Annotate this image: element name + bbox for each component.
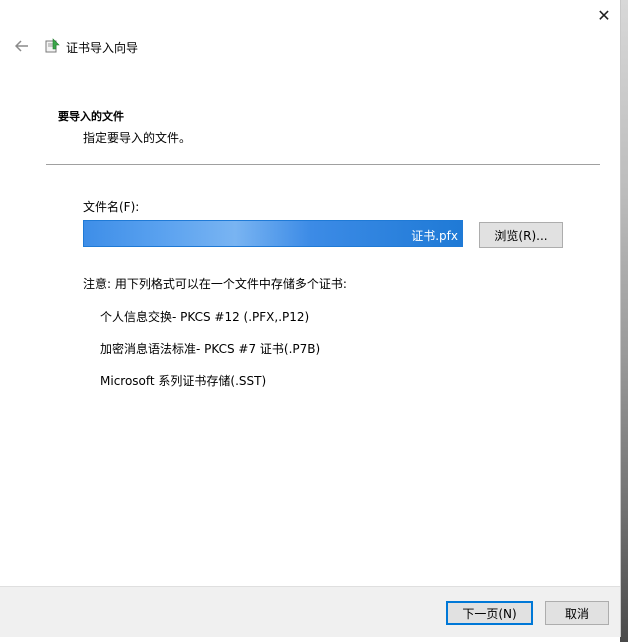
close-icon: ✕ — [597, 5, 611, 25]
file-name-label: 文件名(F): — [83, 200, 140, 214]
back-button[interactable] — [12, 36, 32, 56]
formats-note: 注意: 用下列格式可以在一个文件中存储多个证书: — [83, 277, 347, 291]
cancel-button[interactable]: 取消 — [545, 601, 609, 625]
window-title: 证书导入向导 — [66, 41, 139, 55]
back-arrow-icon — [15, 40, 28, 52]
format-item-pfx: 个人信息交换- PKCS #12 (.PFX,.P12) — [100, 310, 310, 324]
close-button[interactable]: ✕ — [588, 2, 620, 28]
next-button[interactable]: 下一页(N) — [446, 601, 533, 625]
page-heading: 要导入的文件 — [58, 110, 124, 123]
certificate-wizard-icon — [45, 38, 60, 53]
page-subheading: 指定要导入的文件。 — [83, 131, 192, 145]
format-item-sst: Microsoft 系列证书存储(.SST) — [100, 374, 267, 388]
background-window-edge — [620, 0, 628, 642]
file-name-value: 证书.pfx — [411, 229, 458, 243]
header-separator — [46, 164, 600, 165]
format-item-p7b: 加密消息语法标准- PKCS #7 证书(.P7B) — [100, 342, 321, 356]
file-name-input[interactable]: 证书.pfx — [83, 220, 463, 247]
browse-button[interactable]: 浏览(R)... — [479, 222, 563, 248]
certificate-import-wizard-dialog: ✕ 证书导入向导 要导入的文件 指定要导入的文件。 文件名(F): 证书.pfx… — [0, 0, 621, 637]
